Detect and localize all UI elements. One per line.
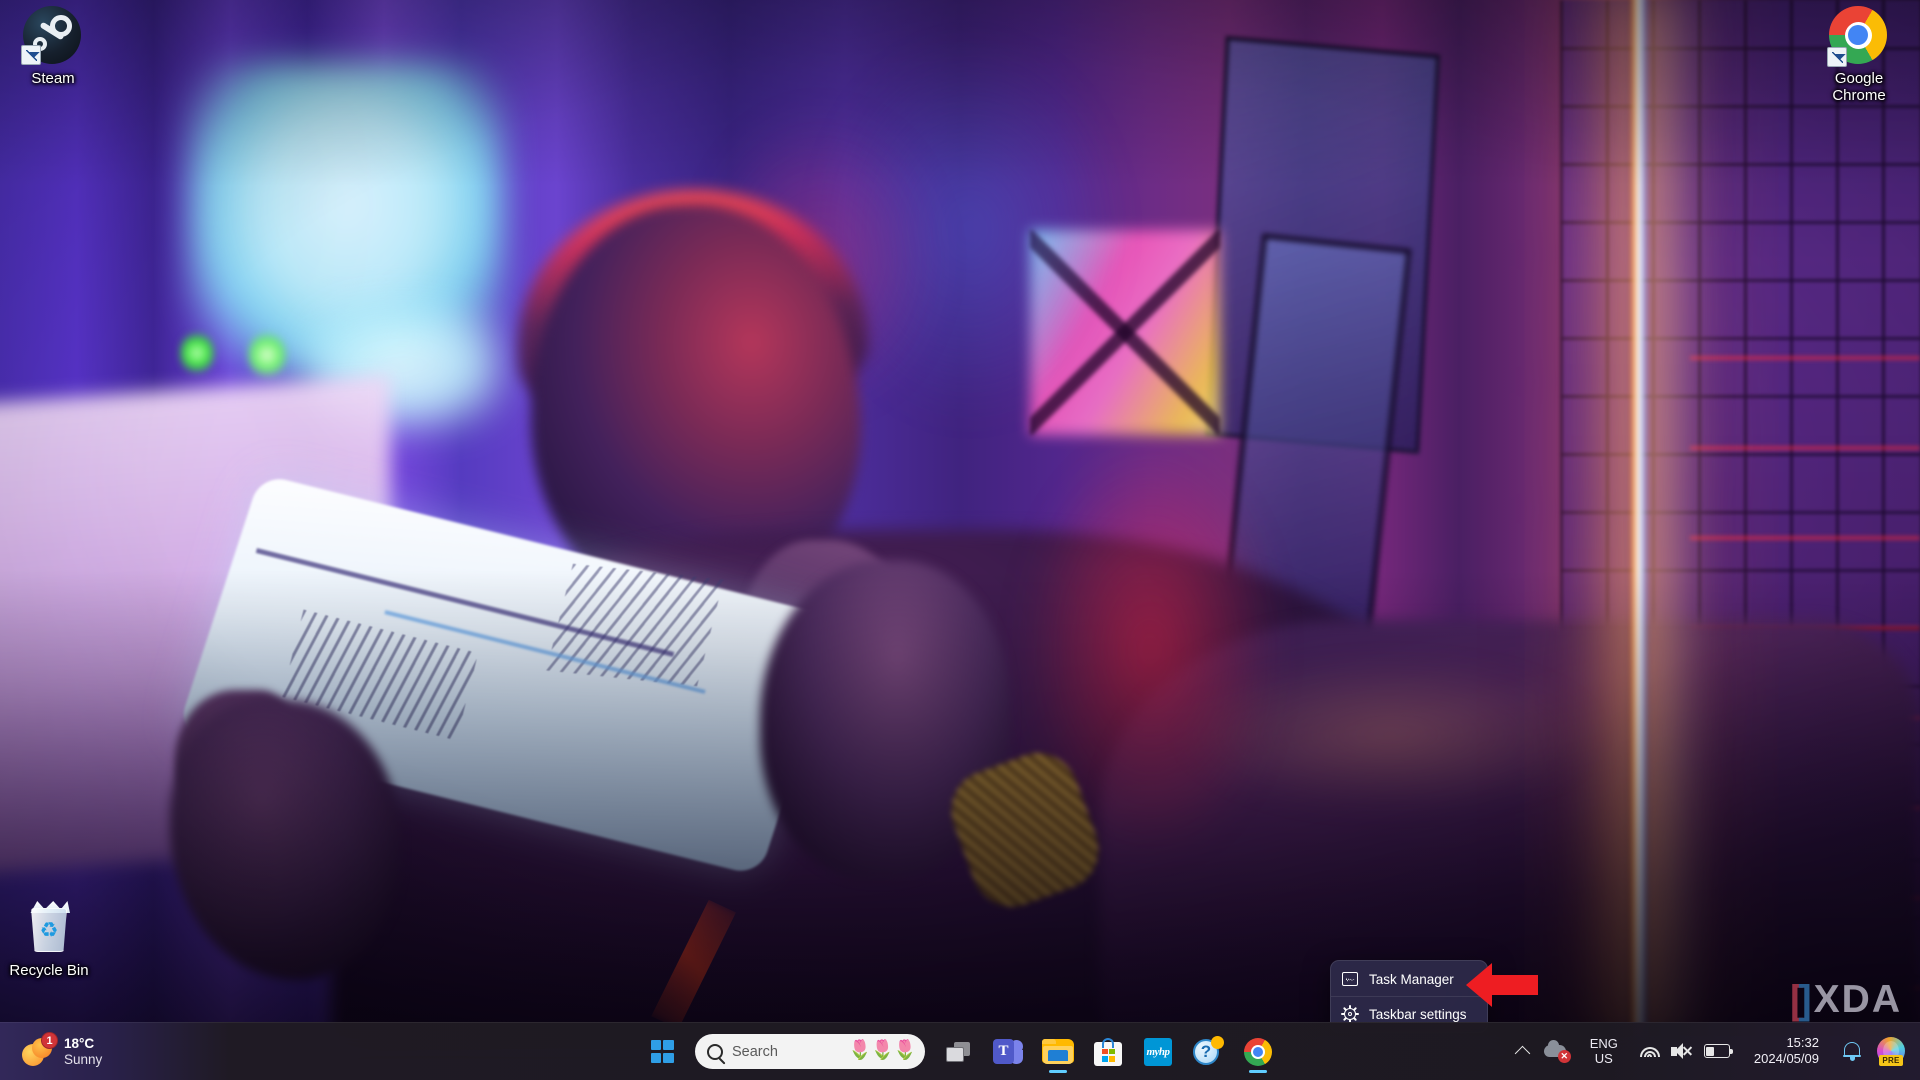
tray-onedrive-button[interactable]: ✕ (1537, 1029, 1575, 1073)
taskbar-center-cluster: Search 🌷🌷🌷 T myhp ? (639, 1023, 1281, 1080)
taskbar-button-get-help[interactable]: ? (1185, 1029, 1231, 1075)
language-line-2: US (1594, 1051, 1613, 1066)
recycle-bin-icon: ♻ (19, 898, 79, 958)
desktop-icon-label: Recycle Bin (9, 962, 89, 979)
xda-watermark: [] XDA (1790, 978, 1902, 1022)
steam-icon (21, 6, 83, 66)
taskbar-button-task-view[interactable] (935, 1029, 981, 1075)
desktop-icon-google-chrome[interactable]: Google Chrome (1812, 6, 1906, 104)
language-line-1: ENG (1589, 1036, 1618, 1051)
shortcut-overlay-icon (21, 45, 41, 65)
context-menu-item-label: Taskbar settings (1369, 1006, 1467, 1022)
chevron-up-icon (1514, 1045, 1531, 1061)
red-arrow-pointer-icon (1466, 962, 1538, 1008)
tray-language-button[interactable]: ENG US (1577, 1029, 1631, 1073)
sun-icon: 1 (22, 1031, 58, 1068)
context-menu-item-task-manager[interactable]: Task Manager (1331, 964, 1487, 994)
taskbar-weather-widget[interactable]: 1 18°C Sunny (14, 1028, 110, 1076)
task-manager-icon (1342, 972, 1358, 986)
desktop-icon-label: Google Chrome (1832, 70, 1886, 104)
copilot-icon: PRE (1877, 1037, 1905, 1066)
gear-icon (1341, 1005, 1359, 1023)
weather-condition: Sunny (64, 1051, 103, 1067)
tray-copilot-button[interactable]: PRE (1870, 1029, 1912, 1073)
taskbar-button-myhp[interactable]: myhp (1135, 1029, 1181, 1075)
chrome-icon (1827, 6, 1889, 67)
desktop-icon-label: Steam (31, 70, 75, 87)
question-mark-icon: ? (1193, 1035, 1224, 1067)
search-placeholder: Search (732, 1043, 778, 1060)
onedrive-icon: ✕ (1543, 1040, 1571, 1063)
teams-icon: T (993, 1038, 1023, 1066)
speaker-muted-icon (1670, 1042, 1693, 1060)
desktop-wallpaper[interactable] (0, 0, 1920, 1036)
bell-icon (1843, 1041, 1861, 1061)
system-tray: ✕ ENG US 15:32 2024/05/09 PRE (1510, 1022, 1920, 1080)
tray-clock-button[interactable]: 15:32 2024/05/09 (1739, 1029, 1834, 1073)
running-indicator (1249, 1069, 1267, 1073)
shortcut-overlay-icon (1827, 47, 1847, 67)
myhp-icon: myhp (1144, 1037, 1172, 1066)
battery-icon (1703, 1044, 1733, 1058)
desktop-icon-recycle-bin[interactable]: ♻ Recycle Bin (0, 898, 104, 979)
search-icon (707, 1043, 723, 1060)
onedrive-error-glyph: ✕ (1557, 1050, 1571, 1063)
xda-wordmark: XDA (1813, 978, 1902, 1021)
tray-quick-settings-button[interactable] (1633, 1029, 1737, 1073)
tray-notifications-button[interactable] (1836, 1029, 1868, 1073)
tray-time: 15:32 (1786, 1035, 1819, 1050)
context-menu-separator (1331, 996, 1487, 997)
taskbar-button-microsoft-store[interactable] (1085, 1029, 1131, 1075)
taskbar-button-file-explorer[interactable] (1035, 1029, 1081, 1075)
wifi-icon (1639, 1043, 1660, 1059)
weather-temperature: 18°C (64, 1035, 95, 1051)
myhp-logo-text: myhp (1146, 1045, 1170, 1058)
windows-logo-icon (650, 1040, 674, 1063)
folder-icon (1042, 1038, 1074, 1065)
desktop-icon-steam[interactable]: Steam (6, 6, 100, 87)
wallpaper-vignette (0, 0, 1920, 1036)
weather-badge-count: 1 (41, 1031, 58, 1049)
store-icon (1094, 1037, 1122, 1066)
search-input[interactable]: Search 🌷🌷🌷 (695, 1034, 925, 1069)
task-view-icon (946, 1041, 970, 1062)
tulip-decoration-icon: 🌷🌷🌷 (848, 1040, 917, 1061)
start-button[interactable] (639, 1029, 685, 1075)
tray-overflow-button[interactable] (1510, 1029, 1535, 1073)
xda-bracket: [] (1790, 978, 1812, 1022)
copilot-preview-badge: PRE (1879, 1055, 1903, 1066)
taskbar-button-google-chrome[interactable] (1235, 1029, 1281, 1075)
chrome-icon (1244, 1037, 1272, 1066)
context-menu-item-label: Task Manager (1369, 971, 1454, 987)
taskbar-button-microsoft-teams[interactable]: T (985, 1029, 1031, 1075)
running-indicator (1049, 1069, 1067, 1073)
tray-date: 2024/05/09 (1753, 1051, 1819, 1066)
taskbar[interactable]: 1 18°C Sunny Search 🌷🌷🌷 T myhp ? ✕ ENG U… (0, 1022, 1920, 1080)
